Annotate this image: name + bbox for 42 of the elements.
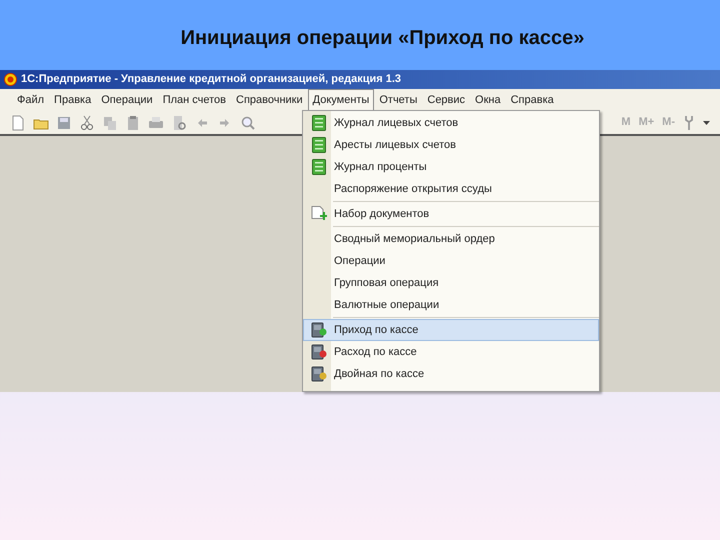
menu-entry[interactable]: Аресты лицевых счетов [303, 134, 599, 156]
save-icon[interactable] [56, 114, 72, 130]
safe-icon [311, 322, 327, 338]
menu-entry[interactable]: Групповая операция [303, 272, 599, 294]
menu-item[interactable]: Справочники [231, 88, 308, 112]
copy-icon[interactable] [102, 114, 118, 130]
scissors-icon[interactable] [79, 114, 95, 130]
safe-icon [311, 366, 327, 382]
menu-item[interactable]: Справка [506, 88, 559, 112]
dropdown-caret-icon[interactable] [703, 120, 710, 124]
menu-item[interactable]: Окна [470, 88, 506, 112]
new-document-icon [311, 206, 327, 222]
menu-item[interactable]: Операции [96, 88, 158, 112]
preview-icon[interactable] [171, 114, 187, 130]
menu-item[interactable]: Сервис [422, 88, 470, 112]
search-icon[interactable] [240, 114, 256, 130]
window-title: 1С:Предприятие - Управление кредитной организацией, редакция 1.3 [21, 72, 401, 88]
menu-item[interactable]: Правка [49, 88, 96, 112]
app-logo-icon [4, 73, 17, 86]
new-file-icon[interactable] [10, 114, 26, 130]
menu-entry[interactable]: Журнал лицевых счетов [303, 112, 599, 134]
printer-icon[interactable] [148, 114, 164, 130]
menu-item[interactable]: Файл [12, 88, 50, 112]
menu-entry[interactable]: Валютные операции [303, 294, 599, 316]
menu-entry[interactable]: Сводный мемориальный ордер [303, 228, 599, 250]
menu-item[interactable]: План счетов [158, 88, 231, 112]
menu-entry[interactable]: Распоряжение открытия ссуды [303, 178, 599, 200]
clipboard-icon[interactable] [125, 114, 141, 130]
safe-icon [311, 344, 327, 360]
menu-entry[interactable]: Двойная по кассе [303, 363, 599, 385]
menu-entry[interactable]: Операции [303, 250, 599, 272]
ledger-icon [312, 115, 326, 131]
menu-entry[interactable]: Набор документов [303, 203, 599, 225]
slide-title: Инициация операции «Приход по кассе» [180, 26, 584, 51]
ledger-icon [312, 159, 326, 175]
menu-item[interactable]: Отчеты [374, 88, 422, 112]
menu-entry[interactable]: Приход по кассе [303, 319, 599, 341]
menu-entry[interactable]: Расход по кассе [303, 341, 599, 363]
menu-entry[interactable]: Журнал проценты [303, 156, 599, 178]
menu-item[interactable]: Документы [308, 88, 374, 112]
ledger-icon [312, 137, 326, 153]
wrench-icon[interactable] [683, 114, 695, 130]
